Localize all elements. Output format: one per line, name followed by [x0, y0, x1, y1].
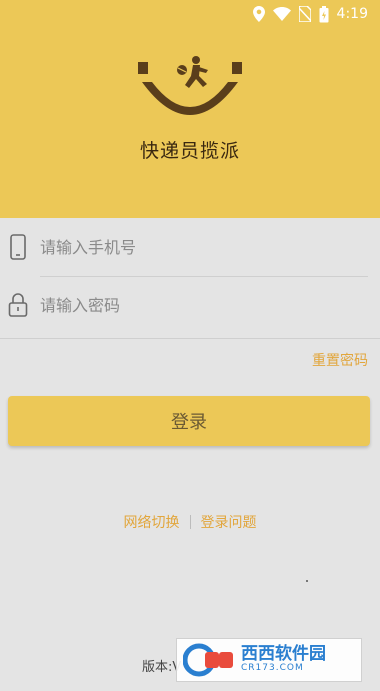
no-sim-icon	[298, 6, 311, 22]
phone-icon	[10, 234, 26, 260]
link-separator	[189, 515, 191, 529]
watermark-title: 西西软件园	[241, 644, 326, 665]
wifi-icon	[272, 7, 291, 21]
form-divider	[0, 338, 380, 339]
password-input[interactable]	[40, 285, 368, 325]
status-time: 4:19	[336, 6, 368, 22]
password-field	[0, 276, 380, 334]
smiley-courier-logo	[138, 56, 242, 115]
login-form	[0, 218, 380, 339]
watermark: 西西软件园 CR173.COM	[176, 638, 362, 682]
dot-mark	[306, 580, 308, 582]
header: 4:19 快递员揽派	[0, 0, 380, 218]
network-switch-link[interactable]: 网络切换	[124, 512, 180, 532]
status-bar: 4:19	[0, 0, 380, 28]
location-icon	[252, 6, 265, 22]
login-issues-link[interactable]: 登录问题	[201, 512, 257, 532]
app-name: 快递员揽派	[139, 140, 240, 162]
phone-field	[0, 218, 380, 276]
reset-password-link[interactable]: 重置密码	[312, 350, 368, 370]
lock-icon	[8, 293, 28, 317]
watermark-subtitle: CR173.COM	[241, 663, 304, 674]
battery-icon	[319, 5, 329, 22]
phone-input[interactable]	[40, 227, 368, 267]
login-button[interactable]: 登录	[8, 396, 370, 446]
help-links: 网络切换 登录问题	[0, 512, 380, 532]
cr173-logo-icon	[183, 643, 233, 677]
